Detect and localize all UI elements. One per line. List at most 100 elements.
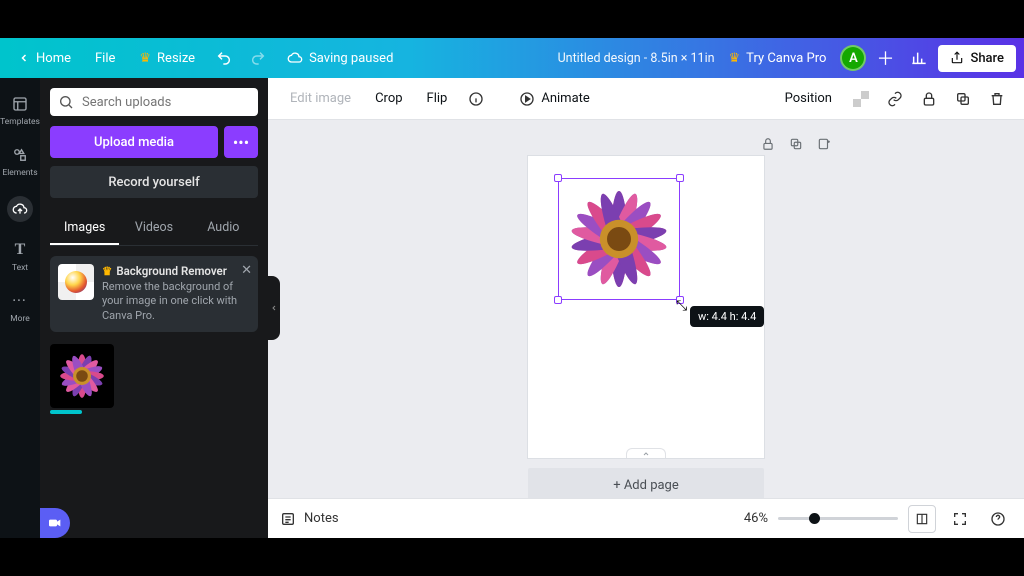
uploads-panel: Upload media ••• Record yourself Images … <box>40 78 268 538</box>
search-input[interactable] <box>82 95 250 110</box>
help-button[interactable] <box>984 505 1012 533</box>
upload-thumbnail[interactable] <box>50 344 114 408</box>
upload-more-button[interactable]: ••• <box>224 126 258 158</box>
add-page-icon <box>817 137 831 151</box>
promo-close-button[interactable]: ✕ <box>241 262 252 280</box>
add-page-button[interactable]: + Add page <box>528 468 764 498</box>
crown-icon: ♛ <box>102 264 112 280</box>
bottom-bar: Notes 46% <box>268 498 1024 538</box>
page-duplicate-button[interactable] <box>786 134 806 154</box>
search-icon <box>58 94 74 110</box>
promo-body: Remove the background of your image in o… <box>102 280 250 325</box>
elements-icon <box>10 145 30 165</box>
crown-icon: ♛ <box>139 51 151 66</box>
avatar[interactable]: A <box>840 45 866 71</box>
resize-handle-tr[interactable] <box>676 174 684 182</box>
trash-icon <box>989 91 1005 107</box>
selection-box[interactable] <box>558 178 680 300</box>
redo-button[interactable] <box>243 43 273 73</box>
search-uploads[interactable] <box>50 88 258 116</box>
share-button[interactable]: Share <box>938 45 1016 72</box>
canvas-stage[interactable]: ⤡ w: 4.4 h: 4.4 + Add page <box>268 120 1024 498</box>
save-status[interactable]: Saving paused <box>277 44 403 72</box>
page-add-button[interactable] <box>814 134 834 154</box>
cloud-upload-icon <box>7 196 33 222</box>
record-video-fab[interactable] <box>40 508 70 538</box>
resize-cursor-icon: ⤡ <box>676 298 687 314</box>
upload-media-button[interactable]: Upload media <box>50 126 218 158</box>
resize-button[interactable]: ♛ Resize <box>129 45 205 72</box>
canvas-column: Edit image Crop Flip Animate Position <box>268 78 1024 538</box>
resize-handle-bl[interactable] <box>554 296 562 304</box>
side-rail: Templates Elements T Text ••• More <box>0 78 40 538</box>
fullscreen-button[interactable] <box>946 505 974 533</box>
zoom-thumb[interactable] <box>809 513 820 524</box>
sidebar-item-elements[interactable]: Elements <box>0 137 40 186</box>
size-tooltip: w: 4.4 h: 4.4 <box>690 306 764 327</box>
share-icon <box>950 51 964 65</box>
crop-button[interactable]: Crop <box>365 85 412 112</box>
uploads-tabs: Images Videos Audio <box>50 212 258 246</box>
link-button[interactable] <box>880 84 910 114</box>
fit-button[interactable] <box>908 505 936 533</box>
delete-button[interactable] <box>982 84 1012 114</box>
close-icon: ✕ <box>241 263 252 278</box>
transparency-button[interactable] <box>846 84 876 114</box>
insights-button[interactable] <box>904 43 934 73</box>
page-lock-button[interactable] <box>758 134 778 154</box>
sidebar-item-text[interactable]: T Text <box>0 232 40 281</box>
top-bar: Home File ♛ Resize Saving paused Untitle… <box>0 38 1024 78</box>
context-toolbar: Edit image Crop Flip Animate Position <box>268 78 1024 120</box>
create-button[interactable]: ＋ <box>870 43 900 73</box>
copy-icon <box>955 91 971 107</box>
file-menu[interactable]: File <box>85 45 125 72</box>
chevron-up-icon <box>641 450 651 458</box>
document-title[interactable]: Untitled design - 8.5in × 11in <box>558 51 715 66</box>
tab-videos[interactable]: Videos <box>119 212 188 245</box>
background-remover-promo[interactable]: ♛ Background Remover Remove the backgrou… <box>50 256 258 332</box>
video-icon <box>47 515 63 531</box>
upload-progress-bar <box>50 410 82 414</box>
home-label: Home <box>36 51 71 66</box>
lock-icon <box>921 91 937 107</box>
undo-button[interactable] <box>209 43 239 73</box>
redo-icon <box>250 50 266 66</box>
bar-chart-icon <box>911 50 927 66</box>
notes-button[interactable]: Notes <box>280 511 339 527</box>
templates-icon <box>10 94 30 114</box>
page-actions <box>758 134 834 154</box>
info-button[interactable] <box>461 84 491 114</box>
copy-icon <box>789 137 803 151</box>
zoom-slider[interactable] <box>778 517 898 520</box>
notes-icon <box>280 511 296 527</box>
cloud-icon <box>287 50 303 66</box>
grid-icon <box>915 512 929 526</box>
resize-handle-tl[interactable] <box>554 174 562 182</box>
lock-button[interactable] <box>914 84 944 114</box>
animate-button[interactable]: Animate <box>509 85 599 113</box>
promo-title: ♛ Background Remover <box>102 264 250 280</box>
flip-button[interactable]: Flip <box>417 85 458 112</box>
try-canva-pro-button[interactable]: ♛ Try Canva Pro <box>719 45 837 72</box>
chevron-left-icon <box>18 52 30 64</box>
sidebar-item-templates[interactable]: Templates <box>0 86 40 135</box>
duplicate-button[interactable] <box>948 84 978 114</box>
sidebar-item-more[interactable]: ••• More <box>0 283 40 332</box>
more-icon: ••• <box>233 133 249 152</box>
expand-icon <box>952 511 968 527</box>
sidebar-item-uploads[interactable] <box>0 188 40 230</box>
tab-audio[interactable]: Audio <box>189 212 258 245</box>
text-icon: T <box>10 240 30 260</box>
help-icon <box>990 511 1006 527</box>
tab-images[interactable]: Images <box>50 212 119 245</box>
crown-icon: ♛ <box>729 51 741 66</box>
page-list-handle[interactable] <box>626 448 666 458</box>
animate-icon <box>519 91 535 107</box>
lock-icon <box>761 137 775 151</box>
home-button[interactable]: Home <box>8 45 81 72</box>
record-yourself-button[interactable]: Record yourself <box>50 166 258 198</box>
undo-icon <box>216 50 232 66</box>
position-button[interactable]: Position <box>775 85 842 112</box>
promo-thumb <box>58 264 94 300</box>
edit-image-button[interactable]: Edit image <box>280 85 361 112</box>
